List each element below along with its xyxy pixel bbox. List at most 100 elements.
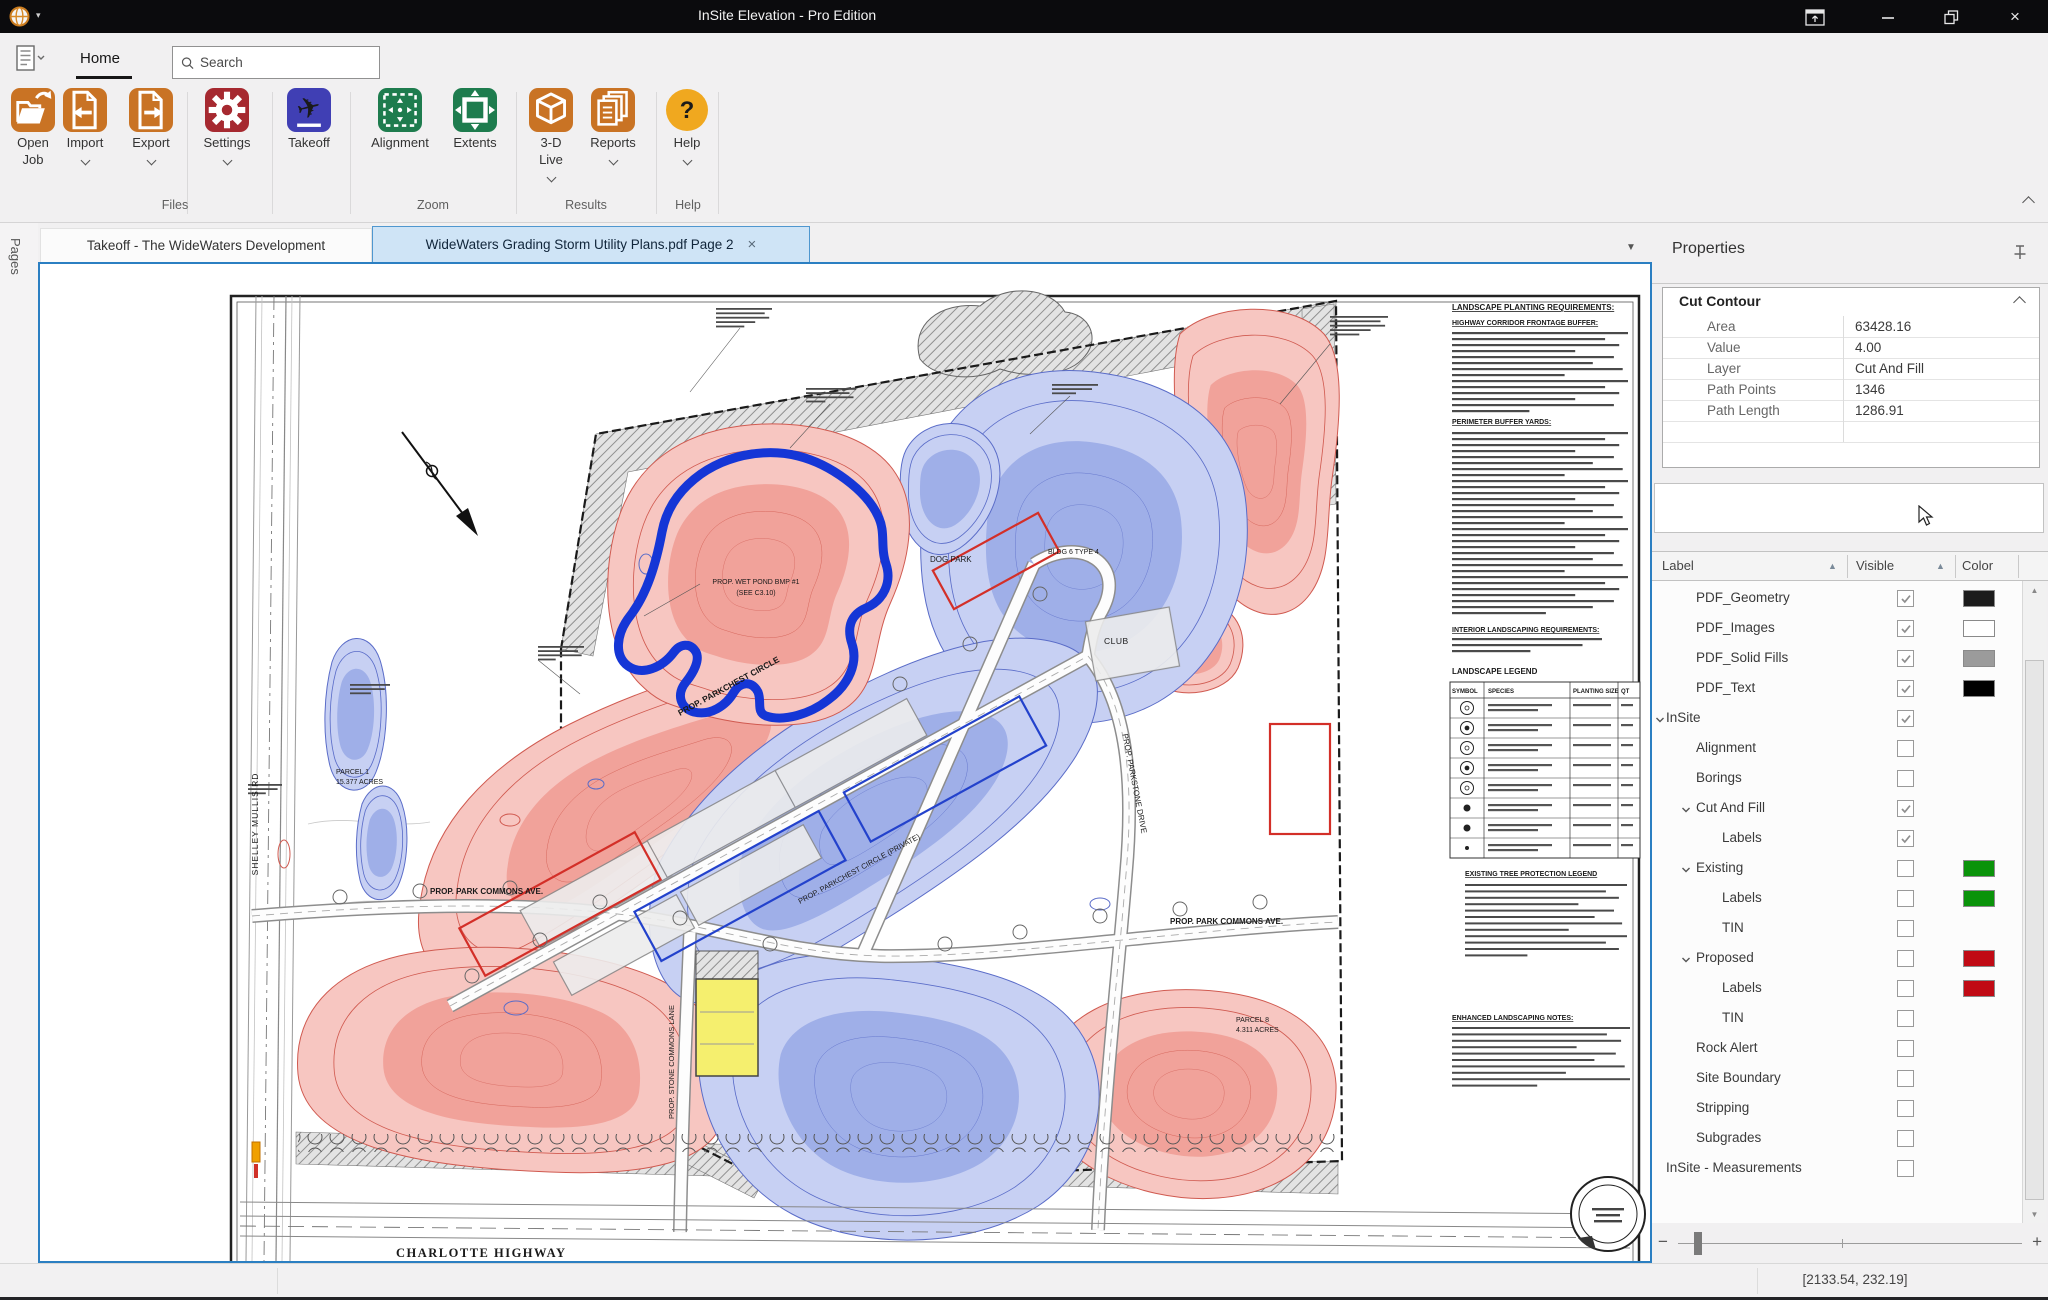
open-job-button[interactable]: OpenJob [4, 88, 62, 169]
layer-visible-checkbox[interactable] [1897, 980, 1914, 997]
layer-row[interactable]: InSite [1652, 704, 2022, 734]
layer-label[interactable]: PDF_Solid Fills [1696, 650, 1788, 665]
layer-visible-checkbox[interactable] [1897, 1070, 1914, 1087]
doc-tab-pdf-page2[interactable]: WideWaters Grading Storm Utility Plans.p… [372, 226, 810, 263]
layer-visible-checkbox[interactable] [1897, 1100, 1914, 1117]
layer-row[interactable]: TIN [1652, 1004, 2022, 1034]
layer-color-swatch[interactable] [1963, 860, 1995, 877]
property-value[interactable]: 1286.91 [1855, 403, 1904, 418]
property-row[interactable]: Area63428.16 [1663, 316, 2039, 338]
zoom-slider[interactable]: − + [1652, 1223, 2048, 1263]
sort-asc-icon[interactable]: ▲ [1936, 561, 1945, 571]
pages-sidebar-label[interactable]: Pages [8, 238, 23, 275]
layer-label[interactable]: Stripping [1696, 1100, 1749, 1115]
column-visible[interactable]: Visible [1856, 558, 1894, 573]
zoom-in-icon[interactable]: + [2032, 1232, 2042, 1252]
layer-visible-checkbox[interactable] [1897, 590, 1914, 607]
layer-row[interactable]: Rock Alert [1652, 1034, 2022, 1064]
settings-button[interactable]: Settings [198, 88, 256, 169]
layer-row[interactable]: Existing [1652, 854, 2022, 884]
layer-visible-checkbox[interactable] [1897, 1130, 1914, 1147]
property-value[interactable]: 4.00 [1855, 340, 1881, 355]
layer-row[interactable]: TIN [1652, 914, 2022, 944]
layer-label[interactable]: Labels [1722, 890, 1762, 905]
layer-label[interactable]: PDF_Geometry [1696, 590, 1790, 605]
collapse-window-button[interactable] [1800, 6, 1830, 28]
zoom-out-icon[interactable]: − [1658, 1232, 1668, 1252]
layer-label[interactable]: TIN [1722, 1010, 1744, 1025]
zoom-track[interactable] [1678, 1243, 2022, 1244]
scroll-down-icon[interactable]: ▼ [2023, 1205, 2046, 1223]
layer-label[interactable]: InSite [1666, 710, 1701, 725]
zoom-thumb[interactable] [1694, 1232, 1702, 1255]
column-label[interactable]: Label [1662, 558, 1694, 573]
layer-row[interactable]: PDF_Images [1652, 614, 2022, 644]
layer-label[interactable]: Alignment [1696, 740, 1756, 755]
layer-row[interactable]: Borings [1652, 764, 2022, 794]
layer-visible-checkbox[interactable] [1897, 950, 1914, 967]
layer-row[interactable]: Proposed [1652, 944, 2022, 974]
minimize-button[interactable] [1873, 6, 1903, 28]
scrollbar-thumb[interactable] [2025, 660, 2044, 1200]
layer-row[interactable]: Subgrades [1652, 1124, 2022, 1154]
close-tab-icon[interactable]: × [748, 236, 757, 253]
scroll-up-icon[interactable]: ▲ [2023, 581, 2046, 599]
collapse-section-icon[interactable] [2013, 296, 2026, 309]
layer-label[interactable]: TIN [1722, 920, 1744, 935]
layer-color-swatch[interactable] [1963, 590, 1995, 607]
layer-visible-checkbox[interactable] [1897, 800, 1914, 817]
layer-visible-checkbox[interactable] [1897, 1010, 1914, 1027]
layer-label[interactable]: Labels [1722, 830, 1762, 845]
chevron-down-icon[interactable] [1680, 803, 1692, 821]
property-row[interactable]: LayerCut And Fill [1663, 358, 2039, 380]
layer-color-swatch[interactable] [1963, 650, 1995, 667]
app-menu-button[interactable] [12, 44, 48, 76]
layer-color-swatch[interactable] [1963, 950, 1995, 967]
reports-button[interactable]: Reports [584, 88, 642, 169]
search-input[interactable] [198, 54, 379, 71]
chevron-down-icon[interactable] [1680, 863, 1692, 881]
layer-color-swatch[interactable] [1963, 680, 1995, 697]
tab-list-dropdown-icon[interactable]: ▼ [1626, 242, 1636, 253]
app-logo-icon[interactable] [9, 6, 30, 27]
sort-asc-icon[interactable]: ▲ [1828, 561, 1837, 571]
chevron-down-icon[interactable] [1680, 953, 1692, 971]
layer-row[interactable]: Alignment [1652, 734, 2022, 764]
property-row[interactable]: Value4.00 [1663, 337, 2039, 359]
layer-visible-checkbox[interactable] [1897, 1040, 1914, 1057]
column-color[interactable]: Color [1962, 558, 1993, 573]
help-button[interactable]: ? Help [658, 88, 716, 169]
maximize-restore-button[interactable] [1936, 6, 1966, 28]
layer-color-swatch[interactable] [1963, 890, 1995, 907]
layer-visible-checkbox[interactable] [1897, 860, 1914, 877]
layer-row[interactable]: PDF_Solid Fills [1652, 644, 2022, 674]
layer-label[interactable]: Existing [1696, 860, 1743, 875]
layer-label[interactable]: Borings [1696, 770, 1742, 785]
layer-row[interactable]: Stripping [1652, 1094, 2022, 1124]
layer-row[interactable]: PDF_Geometry [1652, 584, 2022, 614]
property-value[interactable]: Cut And Fill [1855, 361, 1924, 376]
layer-row[interactable]: InSite - Measurements [1652, 1154, 2022, 1184]
layer-visible-checkbox[interactable] [1897, 650, 1914, 667]
layer-visible-checkbox[interactable] [1897, 1160, 1914, 1177]
layer-label[interactable]: Proposed [1696, 950, 1754, 965]
layer-visible-checkbox[interactable] [1897, 710, 1914, 727]
property-value[interactable]: 63428.16 [1855, 319, 1911, 334]
layer-row[interactable]: Cut And Fill [1652, 794, 2022, 824]
layer-label[interactable]: Site Boundary [1696, 1070, 1781, 1085]
close-button[interactable]: × [2000, 6, 2030, 28]
pin-icon[interactable] [2012, 244, 2028, 261]
layer-visible-checkbox[interactable] [1897, 920, 1914, 937]
layer-label[interactable]: Labels [1722, 980, 1762, 995]
doc-tab-takeoff[interactable]: Takeoff - The WideWaters Development [40, 228, 372, 262]
layer-label[interactable]: PDF_Images [1696, 620, 1775, 635]
layer-visible-checkbox[interactable] [1897, 890, 1914, 907]
extents-button[interactable]: Extents [446, 88, 504, 152]
property-row[interactable]: Path Length1286.91 [1663, 400, 2039, 422]
layer-color-swatch[interactable] [1963, 980, 1995, 997]
alignment-button[interactable]: Alignment [371, 88, 429, 152]
layer-list-scrollbar[interactable]: ▲ ▼ [2022, 581, 2046, 1223]
chevron-down-icon[interactable] [1654, 713, 1666, 731]
app-menu-caret[interactable]: ▾ [36, 10, 41, 21]
layer-visible-checkbox[interactable] [1897, 620, 1914, 637]
